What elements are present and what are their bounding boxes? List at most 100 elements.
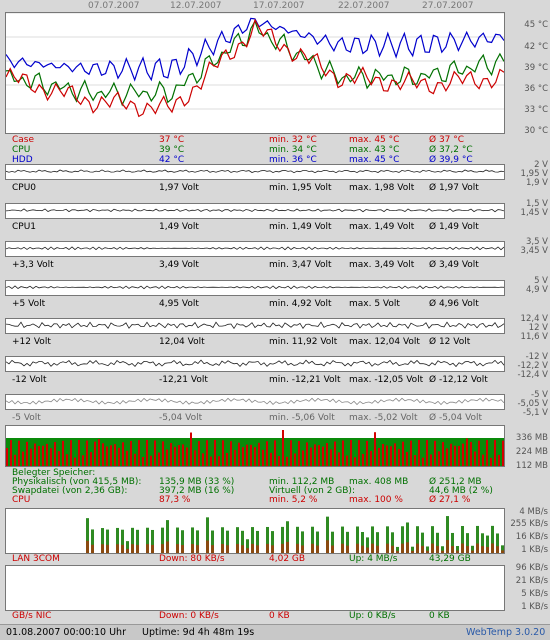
lan-down-bar: [376, 545, 379, 553]
app-version-link[interactable]: WebTemp 3.0.20: [466, 627, 545, 638]
voltage-cur: -5,04 Volt: [159, 413, 203, 423]
cpu-load-bar: [14, 454, 16, 466]
cpu-load-bar: [330, 449, 332, 466]
nic-name: GB/s NIC: [12, 611, 52, 621]
temperature-plot: [6, 13, 504, 118]
lan-up-total: 43,29 GB: [429, 554, 471, 564]
cpu-load-bar: [298, 441, 300, 466]
voltage-cur: 3,49 Volt: [159, 260, 199, 270]
lan-name: LAN 3COM: [12, 554, 60, 564]
cpu-load-bar: [382, 444, 384, 466]
cpu-load-bar: [214, 440, 216, 466]
cpu-load-bar: [466, 438, 468, 466]
nic-up: Up: 0 KB/s: [349, 611, 396, 621]
voltage-plot: [6, 397, 504, 406]
cpu-load-bar: [302, 450, 304, 466]
lan-down-bar: [196, 545, 199, 553]
lan-down-bar: [146, 544, 149, 553]
current-value: 37 °C: [159, 135, 185, 145]
nic-y-label: 5 KB/s: [521, 589, 548, 599]
lan-down-bar: [251, 543, 254, 553]
cpu-load-bar: [254, 447, 256, 466]
cpu-load-bar: [450, 443, 452, 466]
lan-down-bar: [391, 545, 394, 553]
voltage-name: -5 Volt: [12, 413, 41, 423]
voltage-avg: Ø -12,12 Volt: [429, 375, 488, 385]
cpu-load-bar: [182, 444, 184, 466]
cpu-load-bar: [174, 446, 176, 466]
cpu-load-bar: [126, 450, 128, 466]
lan-down-bar: [396, 550, 399, 553]
cpu-load-bar: [430, 454, 432, 466]
cpu-load-bar: [470, 441, 472, 466]
cpu-load-bar: [386, 445, 388, 466]
temperature-graph: [5, 12, 505, 134]
voltage-y-label: 4,9 V: [525, 285, 548, 295]
lan-down-bar: [226, 545, 229, 553]
lan-y-label: 255 KB/s: [510, 519, 548, 529]
cpu-load-bar: [334, 441, 336, 466]
lan-down-bar: [116, 544, 119, 553]
voltage-row: CPU0 1,97 Volt min. 1,95 Volt max. 1,98 Vol…: [12, 183, 532, 193]
cpu-load-bar: [322, 446, 324, 466]
cpu-load-bar: [410, 440, 412, 466]
cpu-max: max. 100 %: [349, 495, 403, 505]
lan-down-bar: [301, 545, 304, 553]
voltage-y-label: 1,45 V: [520, 208, 548, 218]
voltage-graph: [5, 203, 505, 219]
cpu-load-bar: [318, 445, 320, 466]
lan-y-label: 4 MB/s: [519, 507, 548, 517]
cpu-load-bar: [350, 440, 352, 466]
lan-down-bar: [501, 550, 504, 553]
lan-down-bar: [91, 544, 94, 553]
cpu-load-bar: [286, 456, 288, 466]
voltage-avg: Ø 4,96 Volt: [429, 299, 479, 309]
voltage-name: CPU1: [12, 222, 37, 232]
cpu-load-bar: [54, 442, 56, 466]
cpu-load-bar: [370, 450, 372, 466]
lan-down-bar: [356, 543, 359, 553]
cpu-load-bar: [482, 454, 484, 466]
cpu-load-bar: [374, 432, 376, 466]
lan-down-bar: [491, 543, 494, 553]
voltage-cur: 1,49 Volt: [159, 222, 199, 232]
cpu-load-row: CPU 87,3 % min. 5,2 % max. 100 % Ø 27,1 …: [12, 495, 532, 505]
cpu-load-bar: [338, 452, 340, 466]
lan-down-bar: [426, 550, 429, 553]
cpu-load-bar: [478, 440, 480, 466]
cpu-load-bar: [454, 445, 456, 466]
voltage-row: +5 Volt 4,95 Volt min. 4,92 Volt max. 5 Vol…: [12, 299, 532, 309]
cpu-load-bar: [354, 457, 356, 466]
lan-down-bar: [331, 545, 334, 553]
voltage-plot: [6, 359, 504, 368]
cpu-load-bar: [502, 440, 504, 466]
date-label: 27.07.2007: [422, 1, 474, 11]
lan-down-bar: [496, 546, 499, 553]
cpu-load-bar: [22, 451, 24, 466]
voltage-trace: [6, 246, 504, 251]
cpu-load-bar: [230, 441, 232, 466]
cpu-load-bar: [74, 457, 76, 466]
voltage-trace: [6, 285, 504, 290]
voltage-min: min. 11,92 Volt: [269, 337, 338, 347]
voltage-avg: Ø -5,04 Volt: [429, 413, 483, 423]
voltage-trace: [6, 359, 504, 368]
nic-up-total: 0 KB: [429, 611, 450, 621]
lan-down-bar: [181, 545, 184, 553]
cpu-load-bar: [378, 447, 380, 466]
lan-down-bar: [486, 546, 489, 553]
cpu-load-bar: [238, 442, 240, 466]
voltage-max: max. -5,02 Volt: [349, 413, 418, 423]
voltage-max: max. 1,49 Volt: [349, 222, 415, 232]
lan-down-bar: [421, 545, 424, 553]
cpu-load-bar: [282, 430, 284, 466]
cpu-load-bar: [18, 440, 20, 466]
cpu-load-bar: [98, 439, 100, 466]
lan-down-bar: [191, 544, 194, 553]
voltage-cur: -12,21 Volt: [159, 375, 208, 385]
cpu-load-bar: [150, 455, 152, 466]
nic-down: Down: 0 KB/s: [159, 611, 219, 621]
cpu-load-bar: [314, 444, 316, 466]
min-value: min. 34 °C: [269, 145, 317, 155]
cpu-load-bar: [202, 453, 204, 466]
